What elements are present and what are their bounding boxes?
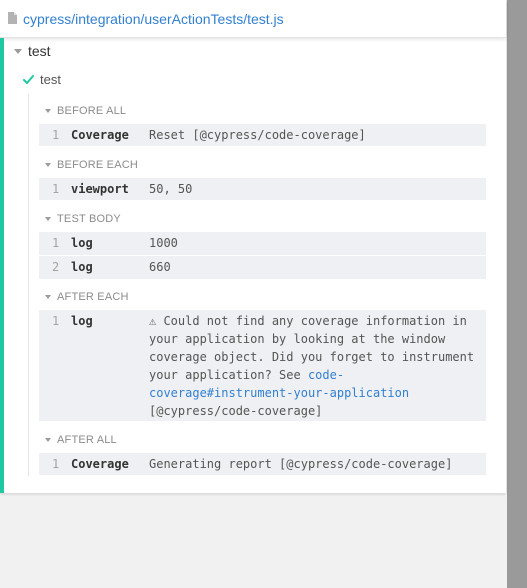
test-header[interactable]: test <box>23 70 61 88</box>
test-title: test <box>40 71 61 87</box>
hook-before-all[interactable]: BEFORE ALL <box>45 104 126 118</box>
command-row[interactable]: 1 log ⚠ Could not find any coverage info… <box>39 310 486 421</box>
hook-before-each[interactable]: BEFORE EACH <box>45 158 138 172</box>
hook-label: AFTER EACH <box>57 291 129 303</box>
command-number: 1 <box>52 236 60 250</box>
spec-file-header: cypress/integration/userActionTests/test… <box>0 0 506 38</box>
command-message: ⚠ Could not find any coverage informatio… <box>149 312 474 420</box>
command-number: 2 <box>52 260 60 274</box>
command-name: log <box>71 260 93 274</box>
hook-label: TEST BODY <box>57 213 121 225</box>
command-name: log <box>71 314 93 328</box>
passed-status-bar <box>0 38 4 493</box>
command-number: 1 <box>52 314 60 328</box>
command-message: 50, 50 <box>149 182 193 196</box>
command-number: 1 <box>52 457 60 471</box>
hook-after-all[interactable]: AFTER ALL <box>45 433 117 447</box>
command-message: Generating report [@cypress/code-coverag… <box>149 457 453 471</box>
command-message: 660 <box>149 260 171 274</box>
warning-line-1: ⚠ Could not find any coverage informatio… <box>149 314 467 328</box>
suite-title: test <box>28 43 51 59</box>
chevron-down-icon <box>45 438 51 442</box>
warning-line-3: coverage object. Did you forget to instr… <box>149 350 475 364</box>
hook-label: BEFORE EACH <box>57 159 139 171</box>
hook-label: BEFORE ALL <box>57 105 127 117</box>
hook-test-body[interactable]: TEST BODY <box>45 212 121 226</box>
warning-line-4: your application? See <box>149 368 308 382</box>
command-message: 1000 <box>149 236 178 250</box>
command-number: 1 <box>52 182 60 196</box>
command-name: log <box>71 236 93 250</box>
suite-header[interactable]: test <box>14 42 51 60</box>
reporter-panel: cypress/integration/userActionTests/test… <box>0 0 506 493</box>
chevron-down-icon <box>45 163 51 167</box>
attempt-divider <box>28 94 29 476</box>
right-scrollbar-area[interactable] <box>507 0 527 588</box>
chevron-down-icon <box>45 295 51 299</box>
hook-after-each[interactable]: AFTER EACH <box>45 290 129 304</box>
command-row[interactable]: 1 log 1000 <box>39 232 486 255</box>
command-name: Coverage <box>71 128 129 142</box>
hook-label: AFTER ALL <box>57 434 117 446</box>
command-name: viewport <box>71 182 129 196</box>
command-row[interactable]: 2 log 660 <box>39 255 486 279</box>
command-row[interactable]: 1 Coverage Reset [@cypress/code-coverage… <box>39 124 486 146</box>
warning-line-2: your application by looking at the windo… <box>149 332 446 346</box>
chevron-down-icon <box>45 109 51 113</box>
command-row[interactable]: 1 Coverage Generating report [@cypress/c… <box>39 453 486 475</box>
spec-file-link[interactable]: cypress/integration/userActionTests/test… <box>23 11 284 27</box>
command-message: Reset [@cypress/code-coverage] <box>149 128 366 142</box>
warning-tail: [@cypress/code-coverage] <box>149 404 323 418</box>
check-icon <box>23 74 34 84</box>
command-row[interactable]: 1 viewport 50, 50 <box>39 178 486 200</box>
command-number: 1 <box>52 128 60 142</box>
file-icon <box>8 12 17 24</box>
chevron-down-icon <box>14 48 22 54</box>
command-name: Coverage <box>71 457 129 471</box>
chevron-down-icon <box>45 217 51 221</box>
